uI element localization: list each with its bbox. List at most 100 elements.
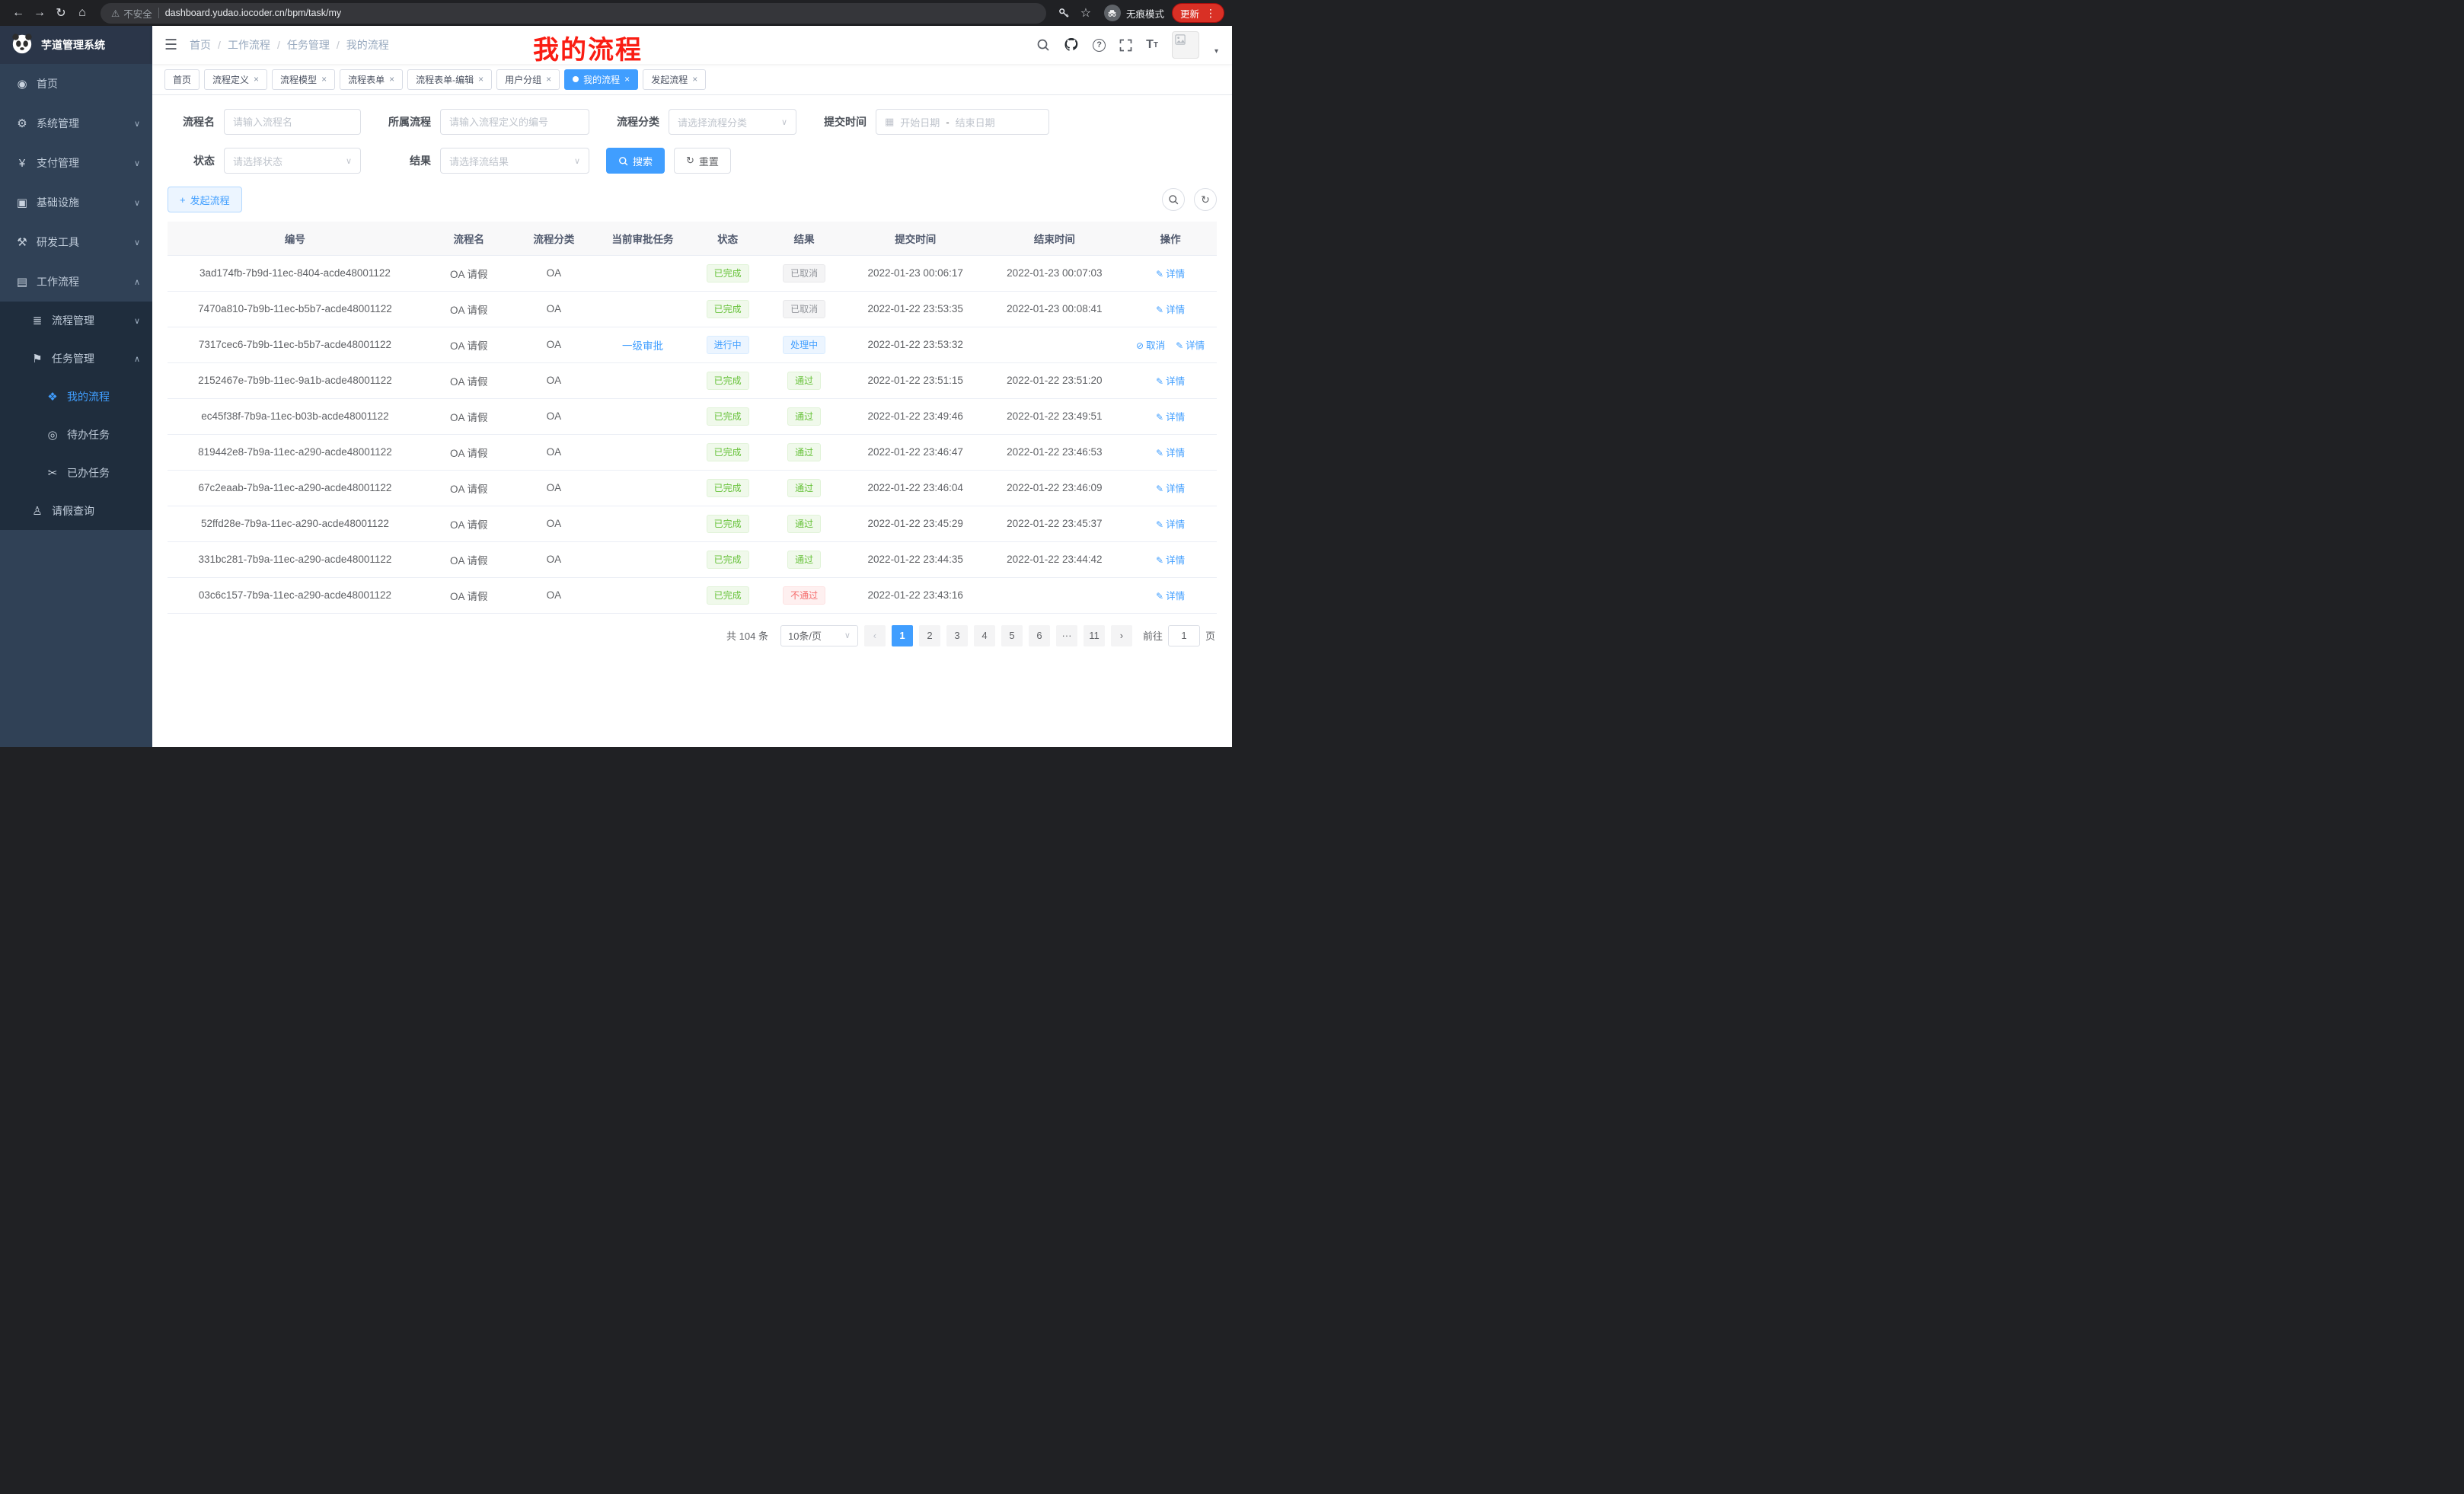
page-size-select[interactable]: 10条/页 ∨ xyxy=(780,625,858,646)
close-icon[interactable]: × xyxy=(692,74,697,85)
breadcrumb-task-management[interactable]: 任务管理 xyxy=(287,37,330,53)
detail-link[interactable]: ✎详情 xyxy=(1156,555,1185,566)
submit-time-range-picker[interactable]: ▦ 开始日期 - 结束日期 xyxy=(876,109,1049,135)
font-large-glyph: T xyxy=(1146,38,1154,52)
tab-process-definition[interactable]: 流程定义× xyxy=(204,69,267,90)
tab-user-group[interactable]: 用户分组× xyxy=(496,69,560,90)
detail-link[interactable]: ✎详情 xyxy=(1156,376,1185,387)
font-size-icon[interactable]: TT xyxy=(1146,38,1158,52)
close-icon[interactable]: × xyxy=(254,74,259,85)
page-button-5[interactable]: 5 xyxy=(1001,625,1023,646)
address-bar[interactable]: ⚠ 不安全 dashboard.yudao.iocoder.cn/bpm/tas… xyxy=(101,3,1046,24)
sidebar-item-devtools[interactable]: ⚒ 研发工具 ∨ xyxy=(0,222,152,262)
owner-process-input[interactable] xyxy=(440,109,589,135)
current-task-link[interactable]: 一级审批 xyxy=(622,340,663,352)
detail-link[interactable]: ✎详情 xyxy=(1156,412,1185,423)
page-button-···[interactable]: ··· xyxy=(1056,625,1077,646)
sidebar-item-my-process[interactable]: ❖ 我的流程 xyxy=(0,378,152,416)
forward-icon[interactable]: → xyxy=(29,2,50,24)
detail-link[interactable]: ✎详情 xyxy=(1156,484,1185,494)
sidebar-item-infrastructure[interactable]: ▣ 基础设施 ∨ xyxy=(0,183,152,222)
back-icon[interactable]: ← xyxy=(8,2,29,24)
prev-page-button[interactable]: ‹ xyxy=(864,625,886,646)
close-icon[interactable]: × xyxy=(389,74,394,85)
start-process-button[interactable]: + 发起流程 xyxy=(168,187,242,212)
tab-home[interactable]: 首页 xyxy=(164,69,199,90)
detail-link[interactable]: ✎详情 xyxy=(1156,269,1185,279)
process-name-input[interactable] xyxy=(224,109,361,135)
close-icon[interactable]: × xyxy=(546,74,551,85)
fullscreen-icon[interactable] xyxy=(1119,39,1132,52)
page-button-1[interactable]: 1 xyxy=(892,625,913,646)
table-row[interactable]: 819442e8-7b9a-11ec-a290-acde48001122 OA … xyxy=(168,434,1217,470)
sidebar-item-task-management[interactable]: ⚑ 任务管理 ∧ xyxy=(0,340,152,378)
refresh-icon[interactable]: ↻ xyxy=(1194,188,1217,211)
detail-link[interactable]: ✎详情 xyxy=(1156,591,1185,602)
edit-icon: ✎ xyxy=(1156,519,1163,530)
toggle-search-icon[interactable] xyxy=(1162,188,1185,211)
page-button-3[interactable]: 3 xyxy=(946,625,968,646)
close-icon[interactable]: × xyxy=(624,74,630,85)
sidebar-item-home[interactable]: ◉ 首页 xyxy=(0,64,152,104)
cell-end-time: 2022-01-22 23:46:09 xyxy=(985,470,1125,506)
table-row[interactable]: 67c2eaab-7b9a-11ec-a290-acde48001122 OA … xyxy=(168,470,1217,506)
sidebar-item-done-tasks[interactable]: ✂ 已办任务 xyxy=(0,454,152,492)
hamburger-icon[interactable]: ☰ xyxy=(152,37,190,54)
bookmark-star-icon[interactable]: ☆ xyxy=(1075,2,1096,24)
github-icon[interactable] xyxy=(1064,37,1079,53)
browser-update-button[interactable]: 更新 ⋮ xyxy=(1172,3,1224,23)
page-button-2[interactable]: 2 xyxy=(919,625,940,646)
detail-link[interactable]: ✎详情 xyxy=(1156,305,1185,315)
security-warning[interactable]: ⚠ 不安全 xyxy=(111,6,152,21)
goto-page-input[interactable] xyxy=(1168,625,1200,646)
cancel-link[interactable]: ⊘取消 xyxy=(1136,340,1165,351)
breadcrumb-workflow[interactable]: 工作流程 xyxy=(228,37,270,53)
chevron-down-icon: ∨ xyxy=(346,156,352,166)
table-row[interactable]: 3ad174fb-7b9d-11ec-8404-acde48001122 OA … xyxy=(168,255,1217,291)
breadcrumb-home[interactable]: 首页 xyxy=(190,37,211,53)
table-row[interactable]: 331bc281-7b9a-11ec-a290-acde48001122 OA … xyxy=(168,541,1217,577)
next-page-button[interactable]: › xyxy=(1111,625,1132,646)
table-row[interactable]: 03c6c157-7b9a-11ec-a290-acde48001122 OA … xyxy=(168,577,1217,613)
category-select[interactable]: 请选择流程分类 ∨ xyxy=(669,109,796,135)
table-row[interactable]: 7470a810-7b9b-11ec-b5b7-acde48001122 OA … xyxy=(168,291,1217,327)
status-select[interactable]: 请选择状态 ∨ xyxy=(224,148,361,174)
detail-link[interactable]: ✎详情 xyxy=(1156,519,1185,530)
page-button-11[interactable]: 11 xyxy=(1084,625,1105,646)
home-icon[interactable]: ⌂ xyxy=(72,2,93,24)
table-row[interactable]: 2152467e-7b9b-11ec-9a1b-acde48001122 OA … xyxy=(168,362,1217,398)
search-button[interactable]: 搜索 xyxy=(606,148,665,174)
close-icon[interactable]: × xyxy=(478,74,484,85)
table-row[interactable]: ec45f38f-7b9a-11ec-b03b-acde48001122 OA … xyxy=(168,398,1217,434)
cell-id: 331bc281-7b9a-11ec-a290-acde48001122 xyxy=(168,541,423,577)
detail-link[interactable]: ✎详情 xyxy=(1176,340,1205,351)
tab-process-form[interactable]: 流程表单× xyxy=(340,69,403,90)
avatar[interactable] xyxy=(1172,31,1199,59)
table-row[interactable]: 7317cec6-7b9b-11ec-b5b7-acde48001122 OA … xyxy=(168,327,1217,362)
avatar-caret-icon[interactable]: ▾ xyxy=(1214,47,1218,56)
reload-icon[interactable]: ↻ xyxy=(50,2,72,24)
key-icon[interactable] xyxy=(1054,2,1075,24)
reset-button[interactable]: ↻ 重置 xyxy=(674,148,731,174)
page-button-6[interactable]: 6 xyxy=(1029,625,1050,646)
sidebar-item-payment[interactable]: ¥ 支付管理 ∨ xyxy=(0,143,152,183)
table-row[interactable]: 52ffd28e-7b9a-11ec-a290-acde48001122 OA … xyxy=(168,506,1217,541)
app-logo[interactable]: 芋道管理系统 xyxy=(0,26,152,64)
sidebar-item-todo-tasks[interactable]: ◎ 待办任务 xyxy=(0,416,152,454)
sidebar-item-leave-query[interactable]: ♙ 请假查询 xyxy=(0,492,152,530)
browser-menu-icon[interactable]: ⋮ xyxy=(1205,7,1216,20)
sidebar-item-workflow[interactable]: ▤ 工作流程 ∧ xyxy=(0,262,152,302)
detail-link[interactable]: ✎详情 xyxy=(1156,448,1185,458)
search-icon[interactable] xyxy=(1036,38,1050,52)
result-select[interactable]: 请选择流结果 ∨ xyxy=(440,148,589,174)
close-icon[interactable]: × xyxy=(321,74,327,85)
help-icon[interactable]: ? xyxy=(1093,39,1106,52)
tab-my-process[interactable]: 我的流程× xyxy=(564,69,638,90)
tab-start-process[interactable]: 发起流程× xyxy=(643,69,706,90)
cell-result: 通过 xyxy=(762,506,846,541)
tab-process-form-edit[interactable]: 流程表单-编辑× xyxy=(407,69,492,90)
sidebar-item-process-management[interactable]: ≣ 流程管理 ∨ xyxy=(0,302,152,340)
page-button-4[interactable]: 4 xyxy=(974,625,995,646)
sidebar-item-system[interactable]: ⚙ 系统管理 ∨ xyxy=(0,104,152,143)
tab-process-model[interactable]: 流程模型× xyxy=(272,69,335,90)
